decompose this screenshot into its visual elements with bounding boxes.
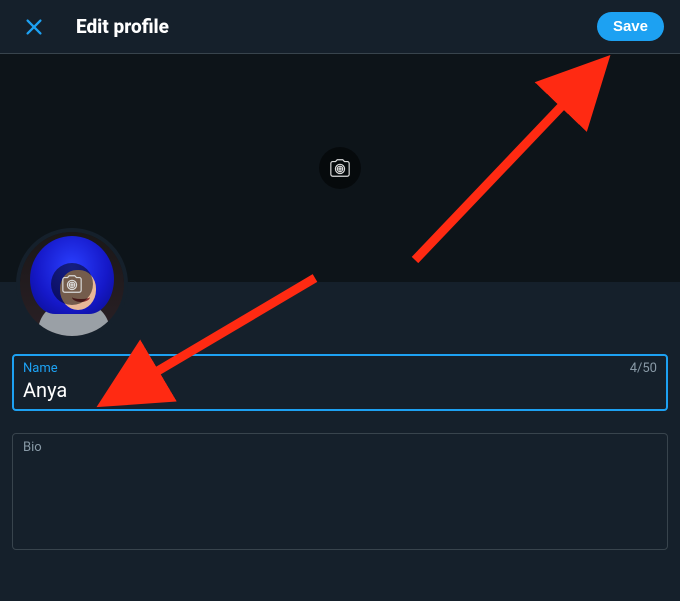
- banner-camera-button[interactable]: [319, 147, 361, 189]
- name-field[interactable]: Name 4/50: [12, 354, 668, 411]
- name-input[interactable]: [23, 376, 657, 406]
- close-button[interactable]: [16, 9, 52, 45]
- bio-label: Bio: [23, 440, 42, 455]
- bio-field[interactable]: Bio: [12, 433, 668, 550]
- avatar[interactable]: [16, 228, 128, 340]
- camera-icon: [329, 157, 351, 179]
- modal-header: Edit profile Save: [0, 0, 680, 54]
- name-counter: 4/50: [630, 361, 657, 376]
- avatar-camera-button[interactable]: [51, 263, 93, 305]
- bio-input[interactable]: [23, 455, 657, 539]
- save-button[interactable]: Save: [597, 12, 664, 41]
- page-title: Edit profile: [76, 15, 597, 38]
- camera-icon: [61, 273, 83, 295]
- close-icon: [23, 16, 45, 38]
- name-label: Name: [23, 361, 58, 376]
